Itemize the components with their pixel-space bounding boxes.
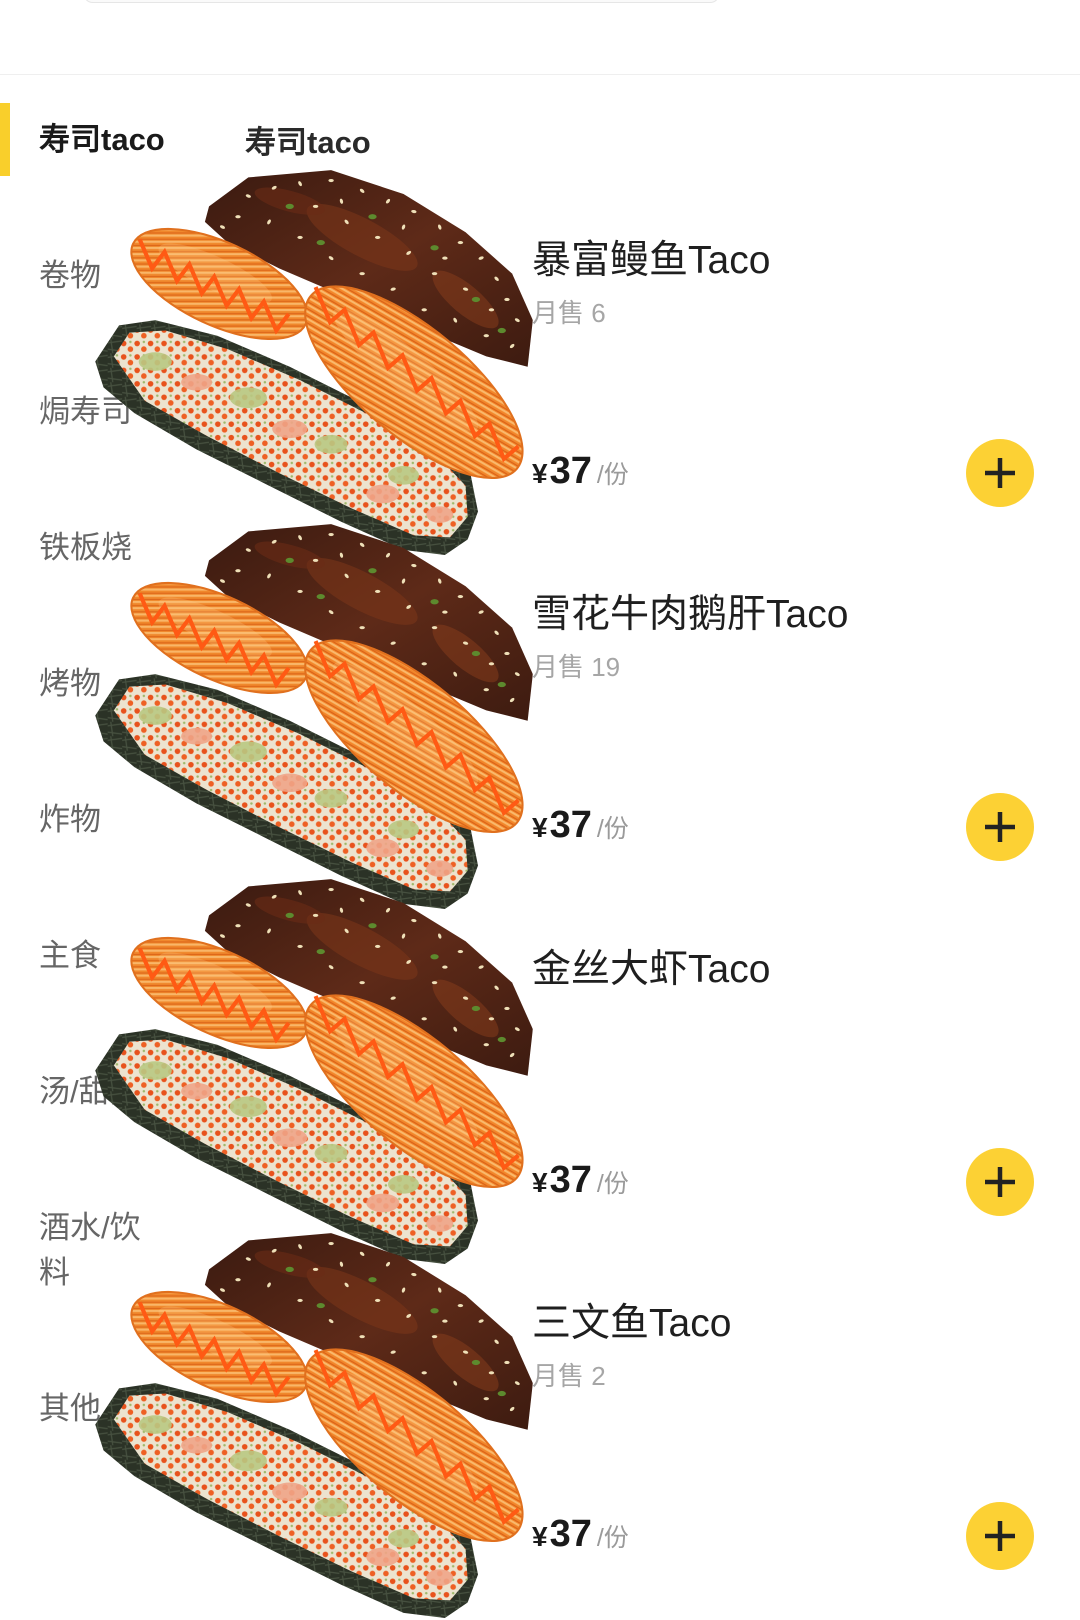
price-value: 37 [549,450,592,492]
product-card[interactable]: 金丝大虾Taco ¥ 37 /份 [0,874,1080,1228]
header-divider [0,74,1080,75]
product-name: 雪花牛肉鹅肝Taco [532,593,849,636]
product-price: ¥ 37 /份 [532,1513,629,1563]
currency-symbol: ¥ [532,1521,548,1552]
product-name: 三文鱼Taco [532,1302,732,1345]
product-card[interactable]: 雪花牛肉鹅肝Taco 月售 19 ¥ 37 /份 [0,519,1080,873]
product-price: ¥ 37 /份 [532,1159,629,1209]
price-unit: /份 [596,461,629,489]
add-to-cart-button[interactable] [966,1148,1034,1216]
currency-symbol: ¥ [532,812,548,843]
price-value: 37 [549,1513,592,1555]
add-to-cart-button[interactable] [966,793,1034,861]
price-value: 37 [549,1159,592,1201]
product-price: ¥ 37 /份 [532,450,629,500]
price-unit: /份 [596,815,629,843]
plus-icon [985,1521,1015,1551]
taco-food-image[interactable] [93,519,533,909]
product-card[interactable]: 三文鱼Taco 月售 2 ¥ 37 /份 [0,1228,1080,1582]
section-title: 寿司taco [245,125,371,160]
taco-food-image[interactable] [93,1228,533,1618]
plus-icon [985,1167,1015,1197]
price-unit: /份 [596,1170,629,1198]
add-to-cart-button[interactable] [966,1502,1034,1570]
product-price: ¥ 37 /份 [532,804,629,854]
currency-symbol: ¥ [532,458,548,489]
plus-icon [985,812,1015,842]
sidebar-item-sushi-taco[interactable]: 寿司taco [0,103,200,176]
monthly-sales: 月售 6 [532,298,606,328]
plus-icon [985,458,1015,488]
product-name: 暴富鳗鱼Taco [532,239,771,282]
add-to-cart-button[interactable] [966,439,1034,507]
taco-food-image[interactable] [93,165,533,555]
taco-food-image[interactable] [93,874,533,1264]
search-bar [83,0,720,3]
price-unit: /份 [596,1524,629,1552]
product-name: 金丝大虾Taco [532,948,771,991]
price-value: 37 [549,804,592,846]
product-card[interactable]: 暴富鳗鱼Taco 月售 6 ¥ 37 /份 [0,165,1080,519]
monthly-sales: 月售 19 [532,652,621,682]
monthly-sales: 月售 2 [532,1361,606,1391]
menu-screen: 寿司taco 卷物 焗寿司 铁板烧 烤物 炸物 主食 汤/甜品 酒水/饮料 其他… [0,0,1080,1620]
currency-symbol: ¥ [532,1167,548,1198]
